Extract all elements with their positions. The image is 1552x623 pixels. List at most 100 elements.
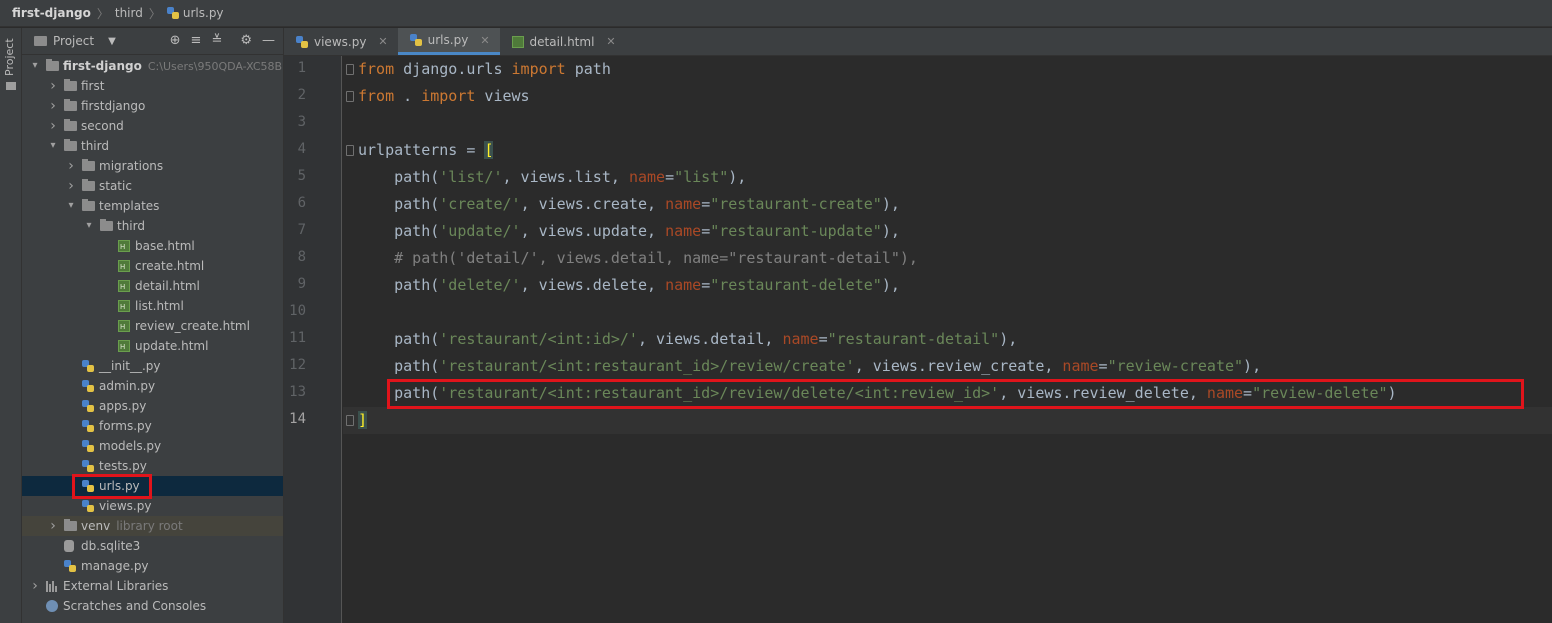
chevron-right-icon[interactable]: › bbox=[66, 156, 76, 176]
folder-icon bbox=[64, 139, 77, 151]
tree-folder-row[interactable]: › venv library root bbox=[22, 516, 283, 536]
code-token: [ bbox=[484, 141, 494, 159]
breadcrumb-folder[interactable]: third bbox=[115, 6, 143, 20]
fold-marker-icon[interactable] bbox=[346, 64, 354, 75]
code-token: 'delete/' bbox=[439, 276, 521, 294]
editor-tab-bar: views.py ✕ urls.py ✕ detail.html ✕ bbox=[284, 28, 1552, 56]
chevron-right-icon[interactable]: › bbox=[66, 176, 76, 196]
tree-folder-row[interactable]: ▾ third bbox=[22, 136, 283, 156]
line-number: 6 bbox=[297, 195, 306, 211]
editor-tab[interactable]: views.py ✕ bbox=[284, 28, 398, 55]
chevron-down-icon[interactable]: ▾ bbox=[84, 216, 94, 236]
code-editor[interactable]: from django.urls import path from . impor… bbox=[343, 56, 1552, 623]
folder-icon bbox=[64, 79, 77, 91]
tab-label: views.py bbox=[314, 34, 367, 49]
tree-file-row[interactable]: forms.py bbox=[22, 416, 283, 436]
tree-file-row[interactable]: __init__.py bbox=[22, 356, 283, 376]
code-token: path bbox=[565, 60, 611, 78]
tree-file-row[interactable]: update.html bbox=[22, 336, 283, 357]
line-number: 12 bbox=[289, 357, 306, 373]
tree-file-row[interactable]: Scratches and Consoles bbox=[22, 596, 283, 616]
html-file-icon bbox=[118, 317, 130, 337]
tree-file-row[interactable]: db.sqlite3 bbox=[22, 536, 283, 556]
chevron-down-icon[interactable]: ▾ bbox=[48, 136, 58, 156]
tree-item-text: first bbox=[81, 79, 105, 93]
tree-file-row[interactable]: detail.html bbox=[22, 276, 283, 297]
fold-marker-icon[interactable] bbox=[346, 145, 354, 156]
project-view-selector[interactable]: Project bbox=[53, 34, 94, 48]
tree-item-label: update.html bbox=[135, 336, 208, 356]
line-number: 9 bbox=[297, 276, 306, 292]
gear-icon[interactable]: ⚙ bbox=[240, 33, 252, 48]
breadcrumb-project[interactable]: first-django bbox=[12, 6, 91, 20]
folder-icon bbox=[100, 219, 113, 231]
tree-folder-row[interactable]: › second bbox=[22, 116, 283, 136]
tree-item-label: detail.html bbox=[135, 276, 200, 296]
fold-marker-icon[interactable] bbox=[346, 91, 354, 102]
collapse-all-icon[interactable]: ≚ bbox=[211, 33, 222, 48]
tree-file-row[interactable]: views.py bbox=[22, 496, 283, 516]
tree-file-row[interactable]: base.html bbox=[22, 236, 283, 257]
breadcrumb-file[interactable]: urls.py bbox=[183, 6, 224, 20]
python-file-icon bbox=[82, 440, 94, 452]
editor-tab[interactable]: detail.html ✕ bbox=[500, 28, 626, 55]
database-icon bbox=[64, 540, 74, 552]
tree-folder-row[interactable]: ▾ templates bbox=[22, 196, 283, 216]
code-token: import bbox=[421, 87, 476, 105]
code-token: "restaurant-delete" bbox=[710, 276, 882, 294]
tree-file-row[interactable]: review_create.html bbox=[22, 316, 283, 337]
code-token: "review-create" bbox=[1107, 357, 1244, 375]
tree-item-text: static bbox=[99, 179, 132, 193]
tree-file-row[interactable]: models.py bbox=[22, 436, 283, 456]
tree-file-row[interactable]: list.html bbox=[22, 296, 283, 317]
python-file-icon bbox=[82, 420, 94, 432]
tree-file-row[interactable]: admin.py bbox=[22, 376, 283, 396]
tree-item-text: admin.py bbox=[99, 379, 156, 393]
folder-icon bbox=[82, 199, 95, 211]
close-icon[interactable]: ✕ bbox=[378, 35, 387, 48]
tree-folder-row[interactable]: › static bbox=[22, 176, 283, 196]
fold-marker-icon[interactable] bbox=[346, 415, 354, 426]
tree-folder-row[interactable]: › firstdjango bbox=[22, 96, 283, 116]
chevron-down-icon[interactable]: ▾ bbox=[30, 56, 40, 76]
tree-file-row[interactable]: › External Libraries bbox=[22, 576, 283, 596]
chevron-right-icon[interactable]: › bbox=[30, 576, 40, 596]
project-tool-button[interactable]: Project bbox=[3, 36, 16, 76]
folder-icon bbox=[82, 179, 95, 191]
locate-icon[interactable]: ⊕ bbox=[170, 33, 181, 48]
close-icon[interactable]: ✕ bbox=[480, 34, 489, 47]
tree-item-text: detail.html bbox=[135, 279, 200, 293]
expand-all-icon[interactable]: ≡ bbox=[191, 33, 202, 48]
minimize-icon[interactable]: — bbox=[262, 33, 275, 48]
code-token: path( bbox=[358, 384, 440, 402]
tree-folder-row[interactable]: › migrations bbox=[22, 156, 283, 176]
html-file-icon bbox=[511, 35, 524, 48]
tree-file-row[interactable]: apps.py bbox=[22, 396, 283, 416]
close-icon[interactable]: ✕ bbox=[606, 35, 615, 48]
tree-item-suffix: C:\Users\950QDA-XC58B bbox=[147, 60, 283, 73]
chevron-right-icon[interactable]: › bbox=[48, 96, 58, 116]
chevron-down-icon[interactable]: ▾ bbox=[66, 196, 76, 216]
tree-file-row[interactable]: tests.py bbox=[22, 456, 283, 476]
chevron-down-icon[interactable]: ▼ bbox=[108, 36, 116, 47]
folder-icon bbox=[64, 519, 77, 531]
code-line: urlpatterns = [ bbox=[358, 137, 494, 164]
tree-folder-row[interactable]: ▾ third bbox=[22, 216, 283, 236]
tree-folder-row[interactable]: ▾ first-django C:\Users\950QDA-XC58B bbox=[22, 56, 283, 76]
python-file-icon bbox=[82, 380, 94, 392]
tree-file-row[interactable]: create.html bbox=[22, 256, 283, 277]
line-number: 5 bbox=[297, 168, 306, 184]
tree-folder-row[interactable]: › first bbox=[22, 76, 283, 96]
chevron-right-icon[interactable]: › bbox=[48, 76, 58, 96]
chevron-right-icon[interactable]: › bbox=[48, 116, 58, 136]
code-token: ) bbox=[1387, 384, 1397, 402]
chevron-right-icon[interactable]: › bbox=[48, 516, 58, 536]
code-token: 'restaurant/<int:restaurant_id>/review/d… bbox=[439, 384, 1000, 402]
code-token: "review-delete" bbox=[1252, 384, 1388, 402]
line-number: 8 bbox=[297, 249, 306, 265]
code-line: # path('detail/', views.detail, name="re… bbox=[358, 245, 918, 272]
html-file-icon bbox=[118, 277, 130, 297]
tree-file-row[interactable]: urls.py bbox=[22, 476, 283, 496]
editor-tab[interactable]: urls.py ✕ bbox=[397, 28, 500, 55]
tree-file-row[interactable]: manage.py bbox=[22, 556, 283, 576]
